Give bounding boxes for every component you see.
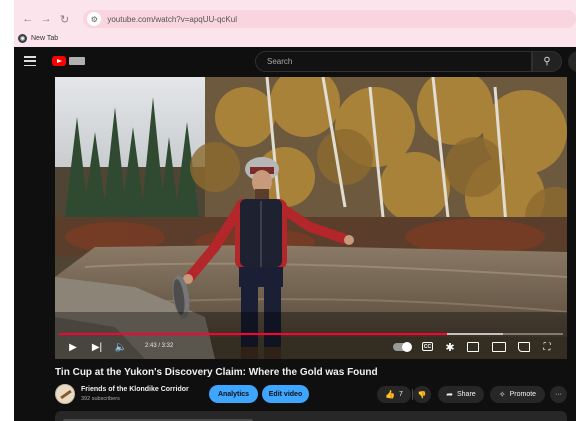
video-title: Tin Cup at the Yukon's Discovery Claim: … — [55, 367, 378, 378]
dislike-button[interactable]: 👎 — [413, 386, 431, 403]
channel-avatar[interactable] — [55, 384, 75, 404]
forward-button[interactable]: → — [38, 11, 53, 27]
share-icon: ➦ — [446, 390, 453, 399]
theater-mode-button[interactable] — [492, 342, 506, 352]
more-horizontal-icon: ··· — [555, 391, 562, 398]
edit-video-button[interactable]: Edit video — [262, 385, 309, 403]
share-button[interactable]: ➦ Share — [438, 386, 484, 403]
youtube-wordmark[interactable] — [69, 57, 85, 65]
subtitles-button[interactable]: CC — [422, 342, 433, 351]
youtube-logo[interactable] — [52, 56, 66, 66]
address-bar-row: ← → ↻ ⚙ youtube.com/watch?v=apqUU-qcKul — [14, 9, 576, 29]
analytics-button[interactable]: Analytics — [209, 385, 258, 403]
time-display: 2:43 / 3:32 — [145, 343, 174, 349]
site-info-button[interactable]: ⚙ — [87, 12, 102, 26]
fullscreen-icon: ⛶ — [543, 341, 551, 353]
play-icon: ▶ — [69, 341, 77, 353]
settings-button[interactable]: ✱ — [443, 337, 457, 357]
back-button[interactable]: ← — [20, 11, 35, 27]
voice-search-button[interactable] — [568, 51, 576, 72]
autoplay-toggle[interactable] — [393, 342, 412, 352]
reload-icon: ↻ — [60, 13, 70, 26]
search-icon: ⚲ — [543, 56, 551, 67]
play-button[interactable]: ▶ — [65, 337, 81, 357]
fullscreen-button[interactable]: ⛶ — [539, 337, 555, 357]
more-actions-button[interactable]: ··· — [550, 386, 567, 403]
search-button[interactable]: ⚲ — [532, 51, 562, 72]
video-frame — [55, 77, 567, 359]
video-player[interactable]: ▶ ▶| 🔈 2:43 / 3:32 CC ✱ ⛶ — [55, 77, 567, 359]
like-count: 7 — [399, 391, 403, 398]
cast-button[interactable] — [518, 342, 530, 352]
channel-name[interactable]: Friends of the Klondike Corridor — [81, 386, 189, 393]
thumbs-up-icon: 👍 — [385, 390, 396, 399]
promote-icon: ✧ — [498, 390, 506, 399]
next-button[interactable]: ▶| — [89, 337, 105, 357]
masthead: Search ⚲ — [14, 47, 576, 77]
youtube-page: Search ⚲ ▶ ▶| 🔈 2:43 / 3:32 CC ✱ ⛶ Tin C… — [14, 47, 576, 421]
reload-button[interactable]: ↻ — [57, 11, 72, 27]
bookmarks-bar: ◉ New Tab — [18, 31, 58, 45]
search-placeholder: Search — [267, 57, 293, 66]
arrow-right-icon: → — [40, 13, 52, 25]
address-bar[interactable]: ⚙ youtube.com/watch?v=apqUU-qcKul — [83, 10, 576, 28]
progress-bar[interactable] — [59, 333, 563, 335]
skip-next-icon: ▶| — [91, 341, 103, 353]
tune-icon: ⚙ — [90, 14, 98, 24]
subscriber-count: 392 subscribers — [81, 396, 120, 402]
description-box[interactable] — [55, 411, 567, 421]
like-button[interactable]: 👍 7 — [377, 386, 411, 403]
search-input[interactable]: Search — [255, 51, 532, 72]
promote-label: Promote — [509, 391, 537, 398]
browser-chrome: ← → ↻ ⚙ youtube.com/watch?v=apqUU-qcKul … — [14, 0, 576, 47]
arrow-left-icon: ← — [22, 13, 34, 25]
globe-icon: ◉ — [18, 33, 27, 43]
share-label: Share — [457, 391, 476, 398]
edit-video-label: Edit video — [268, 390, 303, 398]
analytics-label: Analytics — [217, 390, 250, 398]
volume-icon: 🔈 — [114, 341, 128, 353]
miniplayer-button[interactable] — [467, 342, 479, 352]
bookmark-new-tab[interactable]: New Tab — [31, 35, 58, 42]
promote-button[interactable]: ✧ Promote — [490, 386, 545, 403]
volume-button[interactable]: 🔈 — [113, 337, 129, 357]
progress-played — [59, 333, 448, 335]
gear-icon: ✱ — [445, 341, 455, 354]
thumbs-down-icon: 👎 — [417, 391, 427, 399]
url-text: youtube.com/watch?v=apqUU-qcKul — [107, 14, 237, 24]
menu-icon[interactable] — [24, 56, 36, 66]
